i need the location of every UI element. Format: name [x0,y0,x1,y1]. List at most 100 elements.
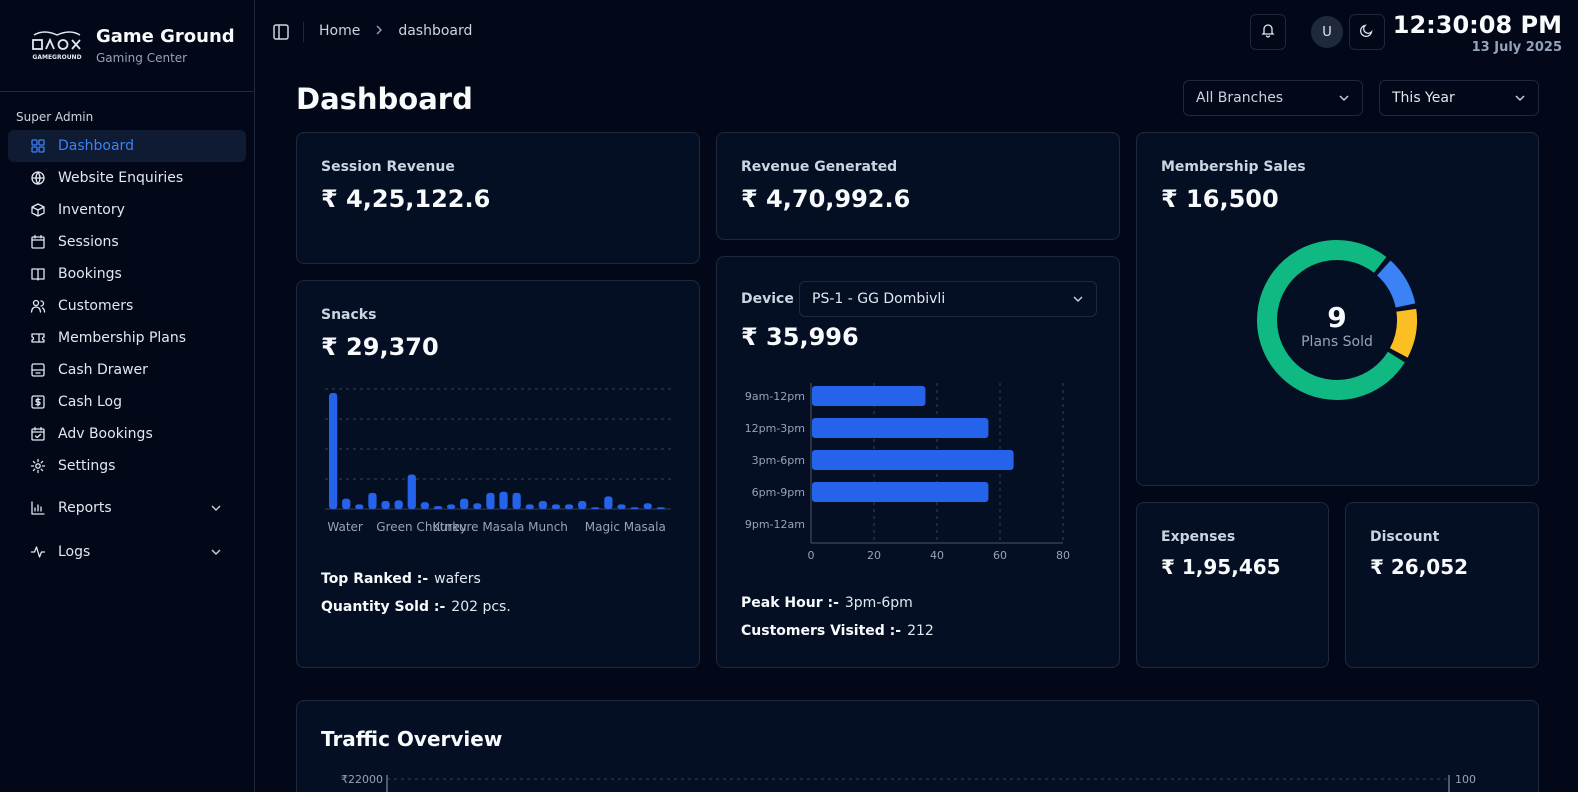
snacks-bar[interactable] [538,500,547,509]
snacks-value: ₹ 29,370 [321,333,439,361]
brand-logo: GAMEGROUND [32,30,82,61]
customers-visited-label: Customers Visited :- [741,623,902,639]
sidebar-item-membership-plans[interactable]: Membership Plans [8,322,246,354]
snacks-bar[interactable] [342,498,351,509]
sidebar-item-label: Website Enquiries [58,170,184,186]
device-category-label: 3pm-6pm [752,454,805,467]
breadcrumb-home[interactable]: Home [319,23,360,39]
snacks-bar[interactable] [329,393,338,509]
bell-icon [1260,22,1276,42]
snacks-bar[interactable] [486,492,495,509]
sidebar-item-bookings[interactable]: Bookings [8,258,246,290]
dashboard-icon [30,138,46,154]
device-category-label: 12pm-3pm [745,422,805,435]
snacks-bar[interactable] [617,504,626,509]
snacks-bar[interactable] [473,503,482,509]
top-ranked: Top Ranked :- wafers [321,571,481,587]
device-x-tick: 20 [867,549,881,562]
sidebar-item-dashboard[interactable]: Dashboard [8,130,246,162]
snacks-bar[interactable] [394,500,403,509]
sidebar-groups: Reports Logs [0,490,254,570]
snacks-bar[interactable] [578,500,587,509]
snacks-bar[interactable] [446,504,456,509]
sidebar-section-label: Super Admin [16,110,94,124]
brand-logo-text: GAMEGROUND [32,54,81,61]
customers-visited: Customers Visited :- 212 [741,623,934,639]
sidebar-item-label: Cash Drawer [58,362,148,378]
device-x-tick: 40 [930,549,944,562]
snacks-bar[interactable] [381,500,390,509]
expenses-label: Expenses [1161,529,1236,545]
quantity-sold-value: 202 pcs. [451,599,511,615]
snacks-bar[interactable] [643,503,652,509]
sidebar-item-cash-drawer[interactable]: Cash Drawer [8,354,246,386]
chevron-down-icon [1338,92,1350,108]
sidebar-item-label: Membership Plans [58,330,187,346]
period-select-value: This Year [1392,90,1455,106]
device-x-tick: 80 [1056,549,1070,562]
donut-center-label: Plans Sold [1301,334,1373,350]
snacks-bar[interactable] [460,498,469,509]
sidebar-item-customers[interactable]: Customers [8,290,246,322]
snacks-bar[interactable] [368,492,377,509]
device-x-tick: 0 [808,549,815,562]
calendar-check-icon [30,426,46,442]
clock-date: 13 July 2025 [1471,40,1562,55]
branch-select[interactable]: All Branches [1183,80,1363,116]
traffic-chart: ₹22000 100 [341,773,1476,792]
sidebar-group-reports[interactable]: Reports [8,490,246,526]
snacks-card: Snacks ₹ 29,370 Water Green Chutney Kurkur… [296,280,700,668]
top-ranked-value: wafers [434,571,481,587]
sidebar-group-logs[interactable]: Logs [8,534,246,570]
period-select[interactable]: This Year [1379,80,1539,116]
sidebar-item-website-enquiries[interactable]: Website Enquiries [8,162,246,194]
snacks-bar[interactable] [591,507,600,509]
sidebar-item-adv-bookings[interactable]: Adv Bookings [8,418,246,450]
branch-select-value: All Branches [1196,90,1284,106]
brand-name: Game Ground [96,26,235,47]
snacks-bar[interactable] [604,496,613,509]
snacks-bar[interactable] [433,506,443,509]
topbar-divider [303,22,304,42]
traffic-right-tick: 100 [1455,773,1476,786]
snacks-bar[interactable] [656,507,665,509]
sidebar-item-inventory[interactable]: Inventory [8,194,246,226]
chevron-down-icon [1072,293,1084,309]
snacks-bar[interactable] [564,504,574,509]
peak-hour: Peak Hour :- 3pm-6pm [741,595,913,611]
chevron-right-icon [374,23,384,39]
snacks-bar[interactable] [499,491,508,509]
sidebar-toggle-icon[interactable] [271,22,291,42]
sidebar-item-label: Customers [58,298,134,314]
sidebar-item-sessions[interactable]: Sessions [8,226,246,258]
device-hours-chart: 0 20 40 60 80 9am-12pm 12pm-3pm 3pm-6pm 6pm-9pm 9… [745,383,1070,562]
snacks-bar[interactable] [512,492,521,509]
session-revenue-label: Session Revenue [321,159,455,175]
avatar[interactable]: U [1311,16,1343,48]
sidebar-item-cash-log[interactable]: Cash Log [8,386,246,418]
notifications-button[interactable] [1250,14,1286,50]
device-bar[interactable] [812,482,989,502]
device-select[interactable]: PS-1 - GG Dombivli [799,281,1097,317]
snacks-bar[interactable] [407,474,416,509]
chevron-down-icon [1514,92,1526,108]
snacks-bar[interactable] [525,504,534,509]
device-bar[interactable] [812,386,926,406]
device-bar[interactable] [812,418,989,438]
sidebar-item-settings[interactable]: Settings [8,450,246,482]
device-bar[interactable] [812,450,1014,470]
theme-toggle-button[interactable] [1349,14,1385,50]
snacks-bar[interactable] [630,507,639,509]
snacks-bar[interactable] [420,502,430,509]
device-category-label: 9am-12pm [745,390,805,403]
snacks-bar[interactable] [551,504,561,509]
membership-sales-card: Membership Sales ₹ 16,500 9 Plans Sold [1136,132,1539,486]
expenses-value: ₹ 1,95,465 [1161,555,1281,579]
sidebar-item-label: Adv Bookings [58,426,153,442]
peak-hour-label: Peak Hour :- [741,595,839,611]
page-title: Dashboard [296,82,473,116]
snacks-bar[interactable] [355,504,364,509]
brand[interactable]: GAMEGROUND Game Ground Gaming Center [0,0,254,92]
membership-donut-chart: 9 Plans Sold [1257,240,1417,400]
discount-card: Discount ₹ 26,052 [1345,502,1539,668]
